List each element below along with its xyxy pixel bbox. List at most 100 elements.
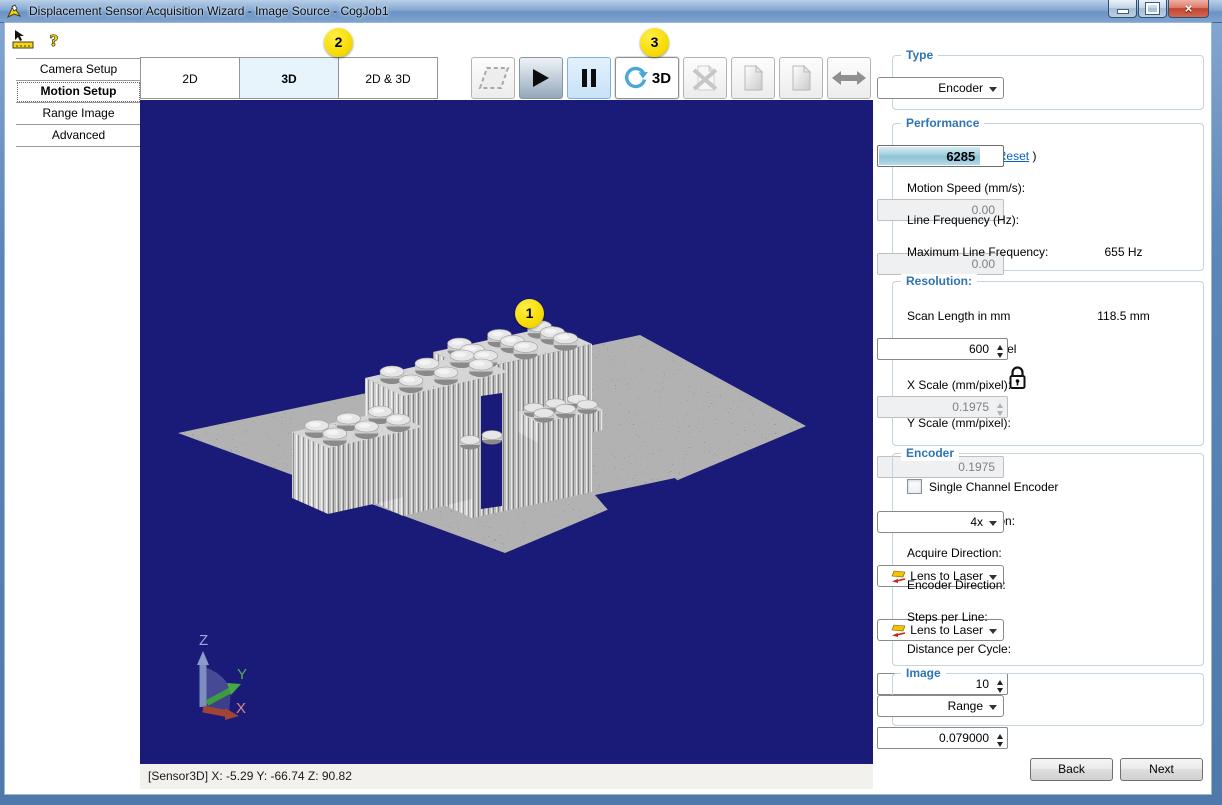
minimize-button[interactable] xyxy=(1108,0,1137,18)
spinner-down-icon[interactable] xyxy=(997,742,1003,750)
cursor-position-readout: [Sensor3D] X: -5.29 Y: -66.74 Z: 90.82 xyxy=(148,769,352,783)
spinner-up-icon[interactable] xyxy=(997,731,1003,739)
rotate-3d-button[interactable]: 3D xyxy=(615,57,679,99)
single-channel-checkbox-row[interactable]: Single Channel Encoder xyxy=(907,479,1058,494)
line-frequency-label: Line Frequency (Hz): xyxy=(907,213,1019,227)
acquire-direction-label: Acquire Direction: xyxy=(907,546,1002,560)
maximize-icon xyxy=(1146,3,1159,14)
tab-2d[interactable]: 2D xyxy=(140,57,240,99)
page-icon xyxy=(742,64,764,92)
lock-icon xyxy=(1007,364,1028,391)
detach-image-icon xyxy=(690,64,720,92)
group-image-title: Image xyxy=(901,666,946,681)
minimize-icon xyxy=(1117,9,1129,14)
single-channel-label: Single Channel Encoder xyxy=(929,480,1058,494)
page-icon xyxy=(790,64,812,92)
motion-input-select[interactable]: Encoder xyxy=(877,77,1004,99)
axis-y-label: Y xyxy=(237,666,247,683)
chevron-down-icon xyxy=(989,705,997,714)
steps-per-line-label: Steps per Line: xyxy=(907,610,988,624)
chevron-down-icon xyxy=(989,87,997,96)
maximize-button[interactable] xyxy=(1138,0,1167,18)
tab-3d[interactable]: 3D xyxy=(239,57,339,99)
camera-mode-select[interactable]: Range xyxy=(877,695,1004,717)
tab-2d-and-3d[interactable]: 2D & 3D xyxy=(338,57,438,99)
max-line-frequency-label: Maximum Line Frequency: xyxy=(907,245,1048,259)
direction-icon xyxy=(891,624,907,637)
encoder-count-fill: 6285 xyxy=(879,147,980,165)
motion-input-value: Encoder xyxy=(938,81,983,95)
axis-triad: Z Y X xyxy=(197,632,247,720)
app-icon xyxy=(7,4,23,19)
region-select-icon xyxy=(474,65,512,91)
copy-image-button[interactable] xyxy=(731,57,775,99)
step-badge-3: 3 xyxy=(640,28,669,57)
x-scale-value: 0.1975 xyxy=(952,400,989,414)
chevron-down-icon xyxy=(989,629,997,638)
group-performance: Performance Encoder Count:( Reset ) 6285… xyxy=(892,123,1204,271)
spinner-up-icon[interactable] xyxy=(997,342,1003,350)
x-scale-label: X Scale (mm/pixel): xyxy=(907,378,1011,392)
window-title: Displacement Sensor Acquisition Wizard -… xyxy=(29,4,389,18)
measure-tool-button[interactable] xyxy=(12,30,36,50)
motion-speed-label: Motion Speed (mm/s): xyxy=(907,181,1025,195)
client-area: ? Camera Setup Motion Setup Range Image … xyxy=(4,22,1212,795)
save-image-button[interactable] xyxy=(779,57,823,99)
fit-width-icon xyxy=(830,69,868,87)
encoder-resolution-value: 4x xyxy=(970,515,983,529)
chevron-down-icon xyxy=(989,521,997,530)
sidebar-item-camera-setup[interactable]: Camera Setup xyxy=(16,59,141,81)
back-button[interactable]: Back xyxy=(1030,758,1113,781)
application-window: { "window": { "title": "Displacement Sen… xyxy=(0,0,1222,805)
camera-mode-value: Range xyxy=(948,699,983,713)
next-button[interactable]: Next xyxy=(1120,758,1203,781)
axis-x-label: X xyxy=(236,700,246,717)
scan-length-mm-value: 118.5 mm xyxy=(1060,309,1187,323)
single-channel-checkbox[interactable] xyxy=(907,479,922,494)
x-scale-field: 0.1975 xyxy=(877,396,1008,418)
status-bar: [Sensor3D] X: -5.29 Y: -66.74 Z: 90.82 xyxy=(140,764,873,789)
fit-width-button[interactable] xyxy=(827,57,871,99)
acquisition-toolbar: 3D xyxy=(471,57,871,99)
axis-z-label: Z xyxy=(199,632,208,649)
group-image: Image Camera Mode: Range xyxy=(892,673,1204,726)
pause-icon xyxy=(581,68,597,88)
play-button[interactable] xyxy=(519,57,563,99)
sidebar-nav: Camera Setup Motion Setup Range Image Ad… xyxy=(4,58,141,147)
region-select-button[interactable] xyxy=(471,57,515,99)
help-button[interactable]: ? xyxy=(46,30,62,50)
step-badge-1: 1 xyxy=(515,299,544,328)
rotate-3d-label: 3D xyxy=(652,70,671,87)
distance-per-cycle-label: Distance per Cycle: xyxy=(907,642,1011,656)
y-scale-label: Y Scale (mm/pixel): xyxy=(907,416,1011,430)
spinner-up-icon xyxy=(997,400,1003,408)
pause-button[interactable] xyxy=(567,57,611,99)
close-button[interactable]: × xyxy=(1168,0,1209,18)
distance-per-cycle-field[interactable]: 0.079000 xyxy=(877,727,1008,749)
group-resolution: Resolution: Scan Length in mm 118.5 mm S… xyxy=(892,281,1204,446)
distance-per-cycle-value: 0.079000 xyxy=(939,731,989,745)
encoder-count-field[interactable]: 6285 xyxy=(877,145,1004,167)
sidebar-item-range-image[interactable]: Range Image xyxy=(16,103,141,125)
sidebar-item-motion-setup[interactable]: Motion Setup xyxy=(16,81,141,103)
encoder-resolution-select[interactable]: 4x xyxy=(877,511,1004,533)
encoder-count-value: 6285 xyxy=(946,149,975,164)
step-badge-2: 2 xyxy=(324,28,353,57)
group-type: Type Motion Input: Encoder xyxy=(892,55,1204,110)
group-performance-title: Performance xyxy=(901,116,984,131)
detach-image-button[interactable] xyxy=(683,57,727,99)
group-resolution-title: Resolution: xyxy=(901,274,977,289)
scan-length-mm-label: Scan Length in mm xyxy=(907,309,1010,323)
viewport-3d[interactable]: Z Y X xyxy=(140,100,873,764)
sidebar-item-advanced[interactable]: Advanced xyxy=(16,125,141,147)
group-encoder: Encoder Single Channel Encoder Encoder R… xyxy=(892,453,1204,666)
window-titlebar[interactable]: Displacement Sensor Acquisition Wizard -… xyxy=(0,0,1222,23)
encoder-direction-value: Lens to Laser xyxy=(910,623,983,637)
scan-length-pixel-field[interactable]: 600 xyxy=(877,338,1008,360)
line-frequency-value: 0.00 xyxy=(972,257,995,271)
encoder-direction-label: Encoder Direction: xyxy=(907,578,1006,592)
view-tabs: 2D 3D 2D & 3D xyxy=(140,57,438,99)
direction-icon xyxy=(891,570,907,583)
svg-text:?: ? xyxy=(50,31,59,50)
spinner-down-icon[interactable] xyxy=(997,353,1003,361)
